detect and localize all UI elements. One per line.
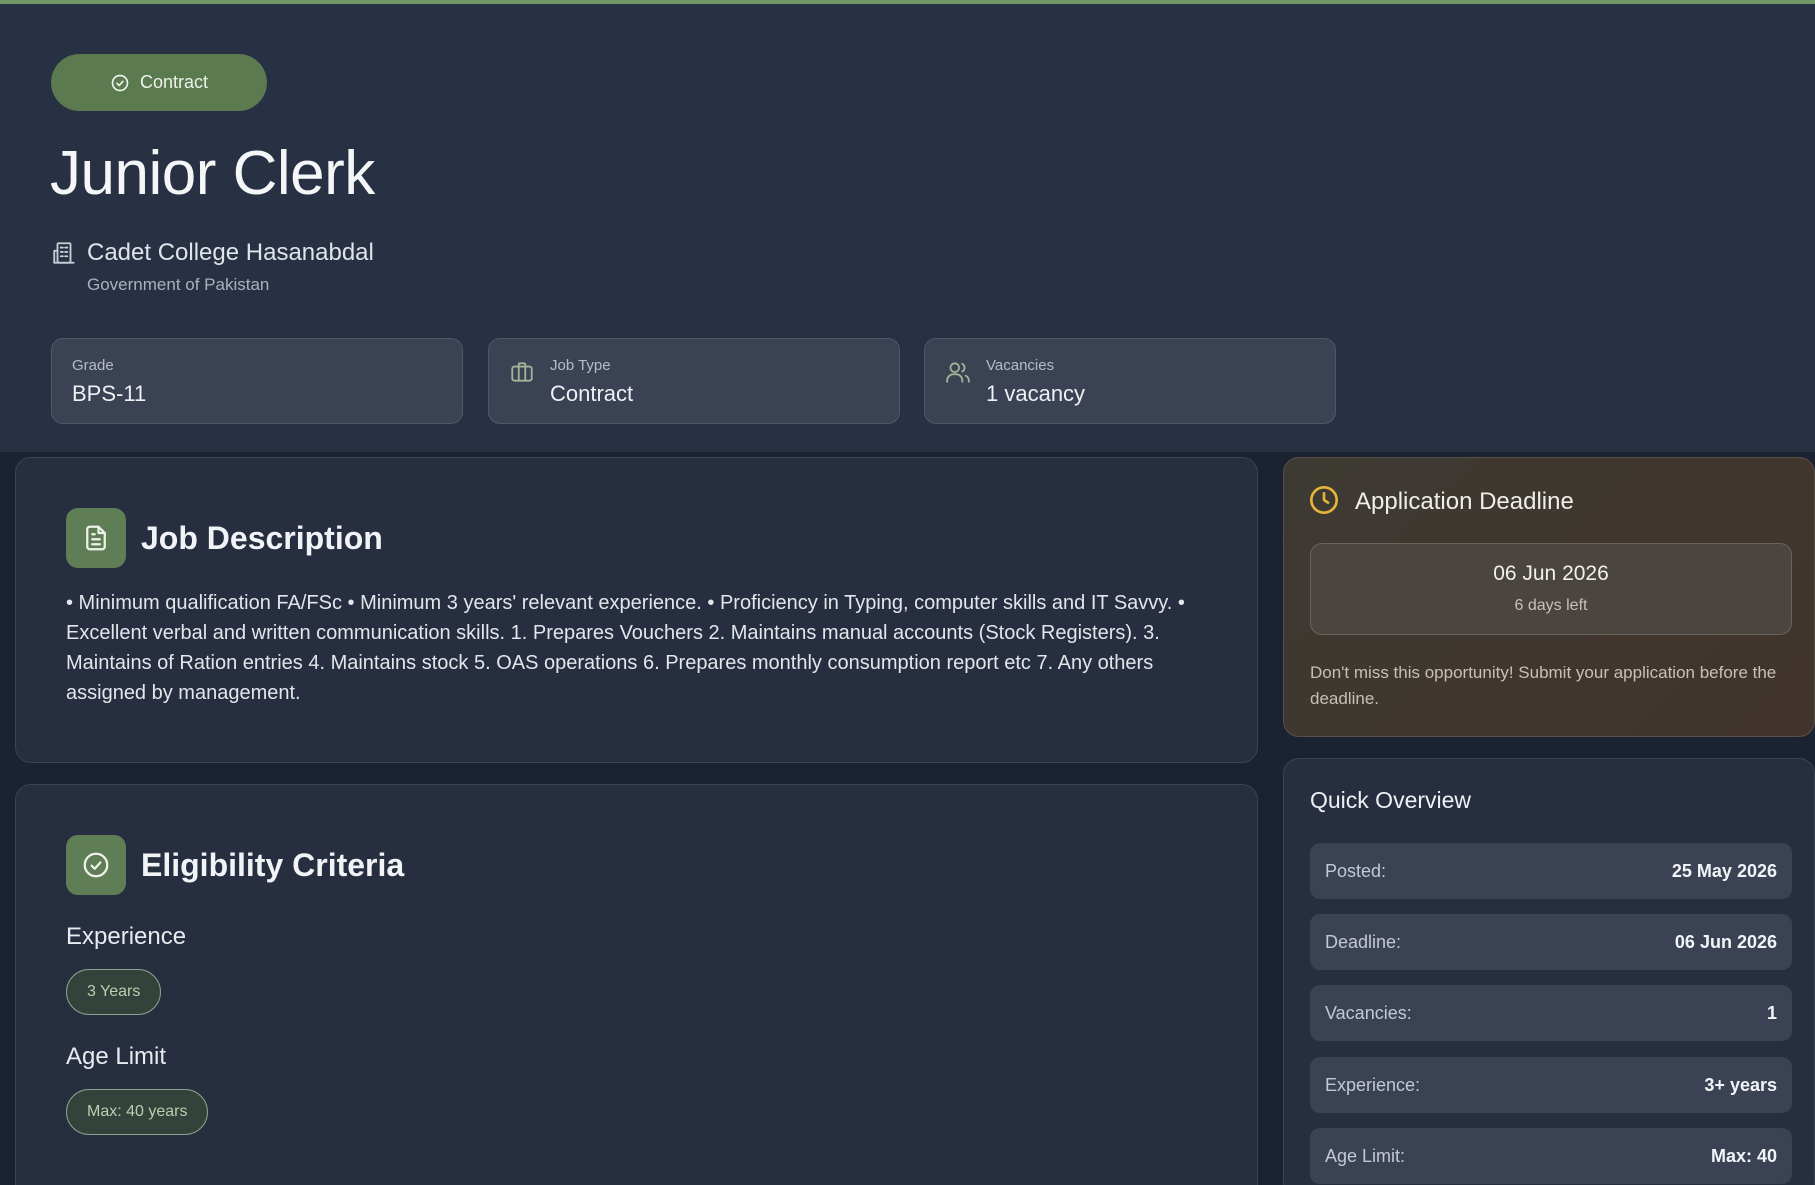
age-limit-tag: Max: 40 years	[66, 1089, 209, 1135]
experience-tag: 3 Years	[66, 969, 162, 1015]
job-type-badge: Contract	[51, 54, 267, 111]
experience-heading: Experience	[66, 923, 187, 950]
deadline-message: Don't miss this opportunity! Submit your…	[1310, 663, 1777, 708]
eligibility-title: Eligibility Criteria	[141, 847, 405, 883]
stat-vacancies: Vacancies 1 vacancy	[924, 338, 1336, 424]
deadline-date: 06 Jun 2026	[1493, 562, 1609, 585]
eligibility-icon-wrap	[66, 835, 126, 895]
overview-value: 3+ years	[1704, 1074, 1777, 1095]
overview-value: 1	[1766, 1002, 1777, 1023]
stat-grade: Grade BPS-11	[51, 338, 463, 424]
stat-grade-value: BPS-11	[72, 381, 147, 406]
stat-job-type: Job Type Contract	[488, 338, 900, 424]
days-left: 6 days left	[1514, 597, 1588, 614]
job-type-badge-label: Contract	[139, 72, 209, 92]
quick-overview-card: Quick Overview Posted: 25 May 2026 Deadl…	[1283, 758, 1815, 1185]
job-description-title: Job Description	[141, 520, 383, 556]
overview-row-deadline: Deadline: 06 Jun 2026	[1310, 914, 1792, 970]
organization-subtitle: Government of Pakistan	[87, 275, 270, 294]
stat-vacancies-value: 1 vacancy	[986, 381, 1086, 406]
check-circle-icon	[111, 74, 129, 91]
overview-row-age-limit: Age Limit: Max: 40	[1310, 1128, 1792, 1184]
overview-row-vacancies: Vacancies: 1	[1310, 985, 1792, 1041]
eligibility-card: Eligibility Criteria Experience 3 Years …	[15, 784, 1258, 1185]
quick-overview-title: Quick Overview	[1310, 787, 1472, 813]
application-deadline-title: Application Deadline	[1355, 488, 1574, 515]
overview-value: 25 May 2026	[1671, 860, 1777, 881]
job-header: Contract Junior Clerk Cadet College Hasa…	[0, 4, 1815, 452]
page-title: Junior Clerk	[50, 139, 375, 208]
overview-key: Age Limit:	[1325, 1145, 1406, 1166]
deadline-date-box: 06 Jun 2026 6 days left	[1310, 543, 1792, 635]
stat-grade-label: Grade	[72, 357, 114, 374]
clock-icon	[1310, 486, 1338, 514]
age-limit-heading: Age Limit	[66, 1043, 167, 1070]
job-description-card: Job Description • Minimum qualification …	[15, 457, 1258, 763]
overview-value: 06 Jun 2026	[1674, 931, 1777, 952]
overview-key: Posted:	[1325, 860, 1387, 881]
job-description-icon-wrap	[66, 508, 126, 568]
stat-job-type-label: Job Type	[550, 357, 611, 374]
overview-row-posted: Posted: 25 May 2026	[1310, 843, 1792, 899]
document-icon	[86, 525, 106, 551]
overview-row-experience: Experience: 3+ years	[1310, 1057, 1792, 1113]
users-icon	[946, 362, 970, 383]
organization-name: Cadet College Hasanabdal	[87, 239, 374, 266]
overview-value: Max: 40	[1710, 1145, 1777, 1166]
briefcase-icon	[511, 362, 533, 382]
building-icon	[53, 242, 75, 264]
overview-key: Vacancies:	[1325, 1002, 1412, 1023]
stat-vacancies-label: Vacancies	[986, 357, 1055, 374]
overview-key: Deadline:	[1325, 931, 1402, 952]
application-deadline-card: Application Deadline 06 Jun 2026 6 days …	[1283, 457, 1815, 737]
job-description-text: • Minimum qualification FA/FSc • Minimum…	[66, 592, 1185, 704]
stat-job-type-value: Contract	[550, 381, 634, 406]
overview-key: Experience:	[1325, 1074, 1421, 1095]
check-circle-icon	[83, 852, 109, 878]
